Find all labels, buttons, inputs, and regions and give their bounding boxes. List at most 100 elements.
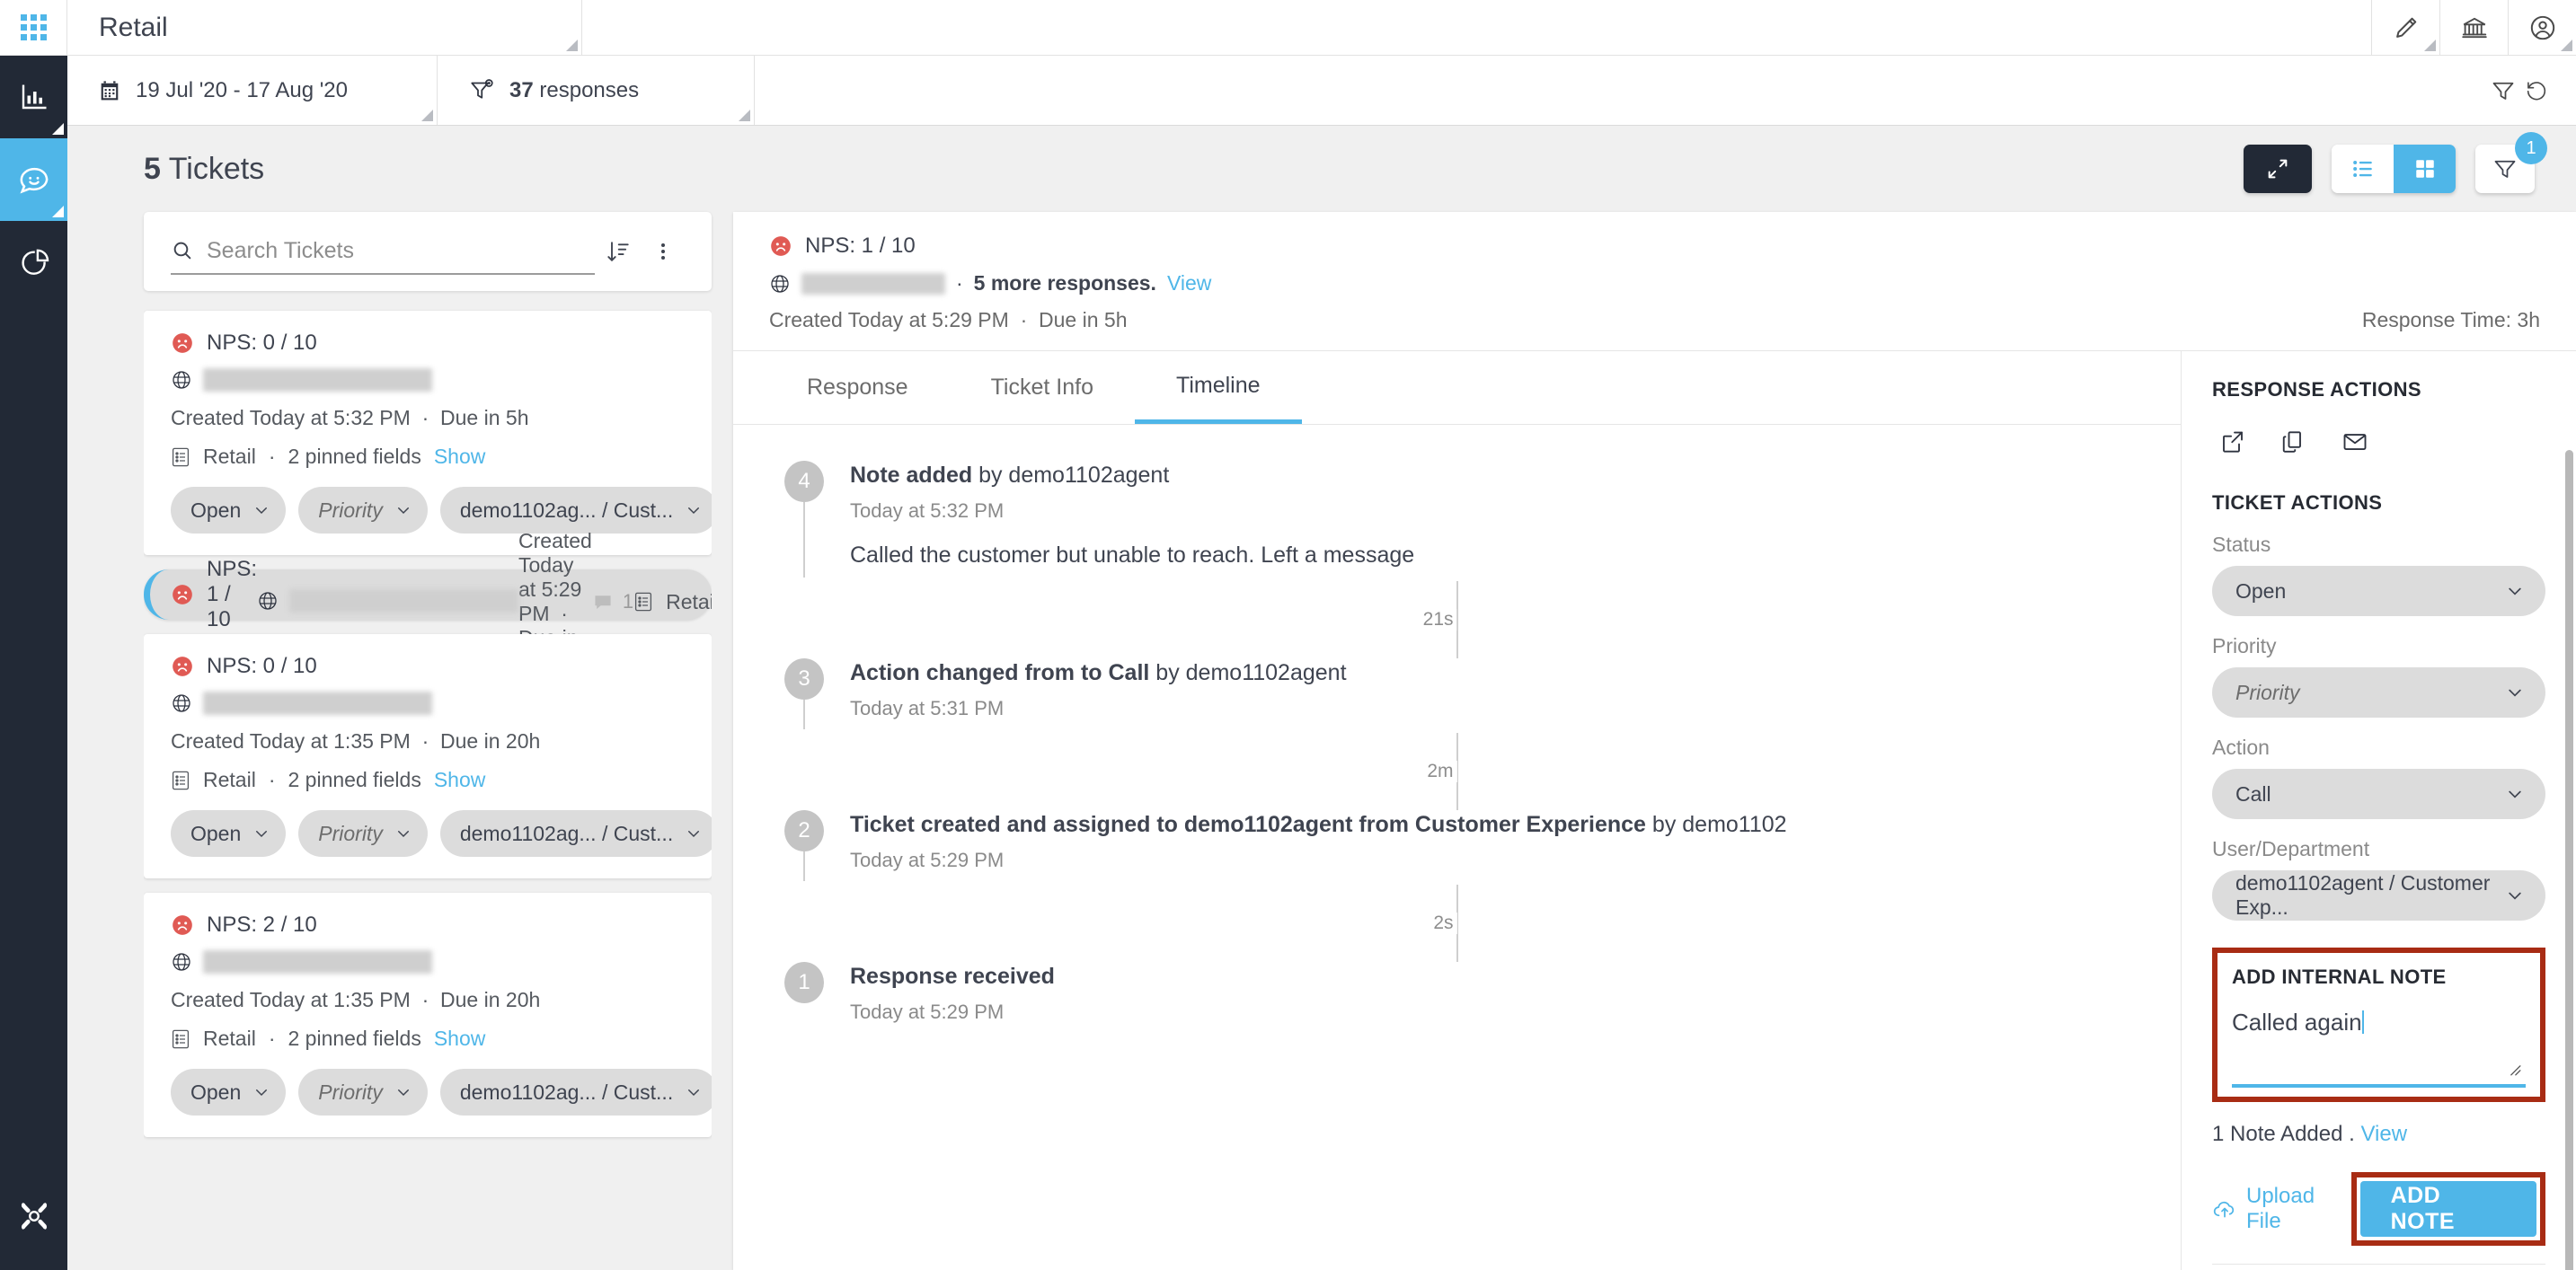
sidebar-item-reports[interactable] <box>0 221 67 304</box>
responses-filter[interactable]: 37 responses <box>438 56 755 125</box>
ticket-contact <box>257 589 519 613</box>
priority-select[interactable]: Priority <box>2212 667 2545 718</box>
filter-plus-icon <box>468 77 495 104</box>
sort-button[interactable] <box>595 239 642 264</box>
nps-score: NPS: 1 / 10 <box>207 557 258 631</box>
add-note-button[interactable]: ADD NOTE <box>2359 1181 2536 1237</box>
panel-resize-corner[interactable] <box>421 110 433 121</box>
chevron-down-icon <box>395 1084 412 1100</box>
responses-count-label: 37 responses <box>509 77 640 102</box>
panel-resize-corner[interactable] <box>2561 40 2572 51</box>
edit-button[interactable] <box>2371 0 2439 55</box>
show-pinned-link[interactable]: Show <box>434 1027 486 1051</box>
panel-resize-corner[interactable] <box>52 206 64 217</box>
panel-resize-corner[interactable] <box>566 40 578 51</box>
ticket-actions-header: TICKET ACTIONS <box>2212 491 2383 514</box>
view-responses-link[interactable]: View <box>1167 271 1211 295</box>
reset-filters-button[interactable] <box>2463 77 2576 104</box>
tickets-count-title: 5 Tickets <box>144 152 264 187</box>
list-item[interactable]: NPS: 0 / 10 Created Today at 5:32 PM · D… <box>144 311 712 555</box>
ticket-list-scroll[interactable]: NPS: 0 / 10 Created Today at 5:32 PM · D… <box>144 291 712 1270</box>
organization-button[interactable] <box>2439 0 2508 55</box>
tab-response[interactable]: Response <box>766 351 950 424</box>
account-button[interactable] <box>2508 0 2576 55</box>
ticket-survey-row: Retail · 2 pinned fields Show <box>171 768 688 792</box>
assignee-dropdown[interactable]: demo1102ag... / Cust... <box>439 810 712 857</box>
expand-button[interactable] <box>2244 145 2312 193</box>
ticket-pills: Open Priority demo1102ag... / Cust... <box>171 487 712 534</box>
timeline-time: Today at 5:29 PM <box>850 849 1005 871</box>
actions-panel-scrollbar[interactable] <box>2565 450 2573 1270</box>
list-item[interactable]: NPS: 2 / 10 Created Today at 1:35 PM · D… <box>144 893 712 1137</box>
timeline-title: Action changed from to Call by demo1102a… <box>850 660 1347 685</box>
chevron-down-icon <box>395 825 412 842</box>
ticket-search-card <box>144 212 712 291</box>
detail-header: NPS: 1 / 10 · 5 more responses. View Cre… <box>733 212 2576 350</box>
envelope-icon[interactable] <box>2341 428 2368 455</box>
tab-timeline[interactable]: Timeline <box>1134 351 1302 424</box>
sort-descending-icon <box>606 239 631 264</box>
panel-divider <box>2212 1264 2545 1265</box>
timeline-gap-label: 2m <box>1427 761 1457 782</box>
survey-title-selector[interactable]: Retail <box>67 0 582 55</box>
ticket-nps: NPS: 2 / 10 <box>171 913 688 938</box>
assignee-dropdown[interactable]: demo1102ag... / Cust... <box>439 487 712 534</box>
timeline-note: Called the customer but unable to reach.… <box>850 542 1415 568</box>
ticket-list-column: NPS: 0 / 10 Created Today at 5:32 P <box>144 212 712 1270</box>
chevron-down-icon <box>2506 684 2524 701</box>
action-select[interactable]: Call <box>2212 769 2545 819</box>
view-notes-link[interactable]: View <box>2360 1122 2407 1146</box>
detail-nps-row: NPS: 1 / 10 <box>769 234 2540 259</box>
timeline-event: 3 Action changed from to Call by demo110… <box>769 658 2145 733</box>
panel-resize-corner[interactable] <box>2424 40 2436 51</box>
timeline-column: Response Ticket Info Timeline 4 Note add… <box>733 350 2181 1270</box>
search-input[interactable] <box>207 237 595 264</box>
status-dropdown[interactable]: Open <box>171 487 287 534</box>
grid-view-button[interactable] <box>2394 145 2456 193</box>
external-link-icon[interactable] <box>2219 428 2246 455</box>
survey-name: Retail <box>203 1027 256 1050</box>
ticket-survey-row: Retail · 2 pinned fields Show <box>171 1027 688 1051</box>
survey-name: Retail <box>203 445 256 468</box>
upload-file-button[interactable]: Upload File <box>2212 1184 2351 1234</box>
timeline-marker: 3 <box>769 658 839 729</box>
tab-ticket-info[interactable]: Ticket Info <box>950 351 1135 424</box>
apps-launcher-button[interactable] <box>0 0 67 56</box>
show-pinned-link[interactable]: Show <box>434 768 486 792</box>
user-department-select[interactable]: demo1102agent / Customer Exp... <box>2212 870 2545 921</box>
panel-resize-corner[interactable] <box>739 110 750 121</box>
sidebar-item-tickets[interactable] <box>0 138 67 221</box>
list-more-button[interactable] <box>642 239 685 264</box>
show-pinned-link[interactable]: Show <box>434 445 486 469</box>
timeline-connector <box>803 700 805 729</box>
ticket-filter-button[interactable]: 1 <box>2475 132 2547 193</box>
pie-chart-icon <box>18 246 50 278</box>
date-range-filter[interactable]: 19 Jul '20 - 17 Aug '20 <box>67 56 438 125</box>
priority-dropdown[interactable]: Priority <box>298 487 428 534</box>
list-item[interactable]: NPS: 1 / 10 Created Today at 5:29 PM · 1… <box>144 529 712 674</box>
sidebar-item-dashboards[interactable] <box>0 56 67 138</box>
status-select[interactable]: Open <box>2212 566 2545 616</box>
ticket-nps: NPS: 0 / 10 <box>171 331 688 356</box>
timeline-gap: 2m <box>769 733 2145 810</box>
panes: NPS: 0 / 10 Created Today at 5:32 P <box>67 212 2576 1270</box>
filter-count-badge: 1 <box>2515 132 2547 164</box>
assignee-dropdown[interactable]: demo1102ag... / Cust... <box>439 1069 712 1116</box>
copy-icon[interactable] <box>2280 428 2307 455</box>
note-added-status: 1 Note Added . View <box>2212 1122 2408 1146</box>
list-view-button[interactable] <box>2332 145 2394 193</box>
grid-apps-icon <box>20 14 47 40</box>
xm-logo-icon <box>11 1193 58 1239</box>
status-dropdown[interactable]: Open <box>171 810 287 857</box>
note-textarea-wrap[interactable]: Called again <box>2232 1009 2526 1088</box>
priority-dropdown[interactable]: Priority <box>298 1069 428 1116</box>
timeline-marker: 2 <box>769 810 839 881</box>
panel-resize-corner[interactable] <box>52 123 64 135</box>
user-department-field-label: User/Department <box>2212 837 2370 860</box>
note-textarea[interactable]: Called again <box>2232 1009 2526 1064</box>
status-dropdown[interactable]: Open <box>171 1069 287 1116</box>
list-item[interactable]: NPS: 0 / 10 Created Today at 1:35 PM · D… <box>144 634 712 878</box>
timeline-marker: 4 <box>769 461 839 578</box>
resize-handle-icon[interactable] <box>2506 1061 2524 1079</box>
priority-dropdown[interactable]: Priority <box>298 810 428 857</box>
